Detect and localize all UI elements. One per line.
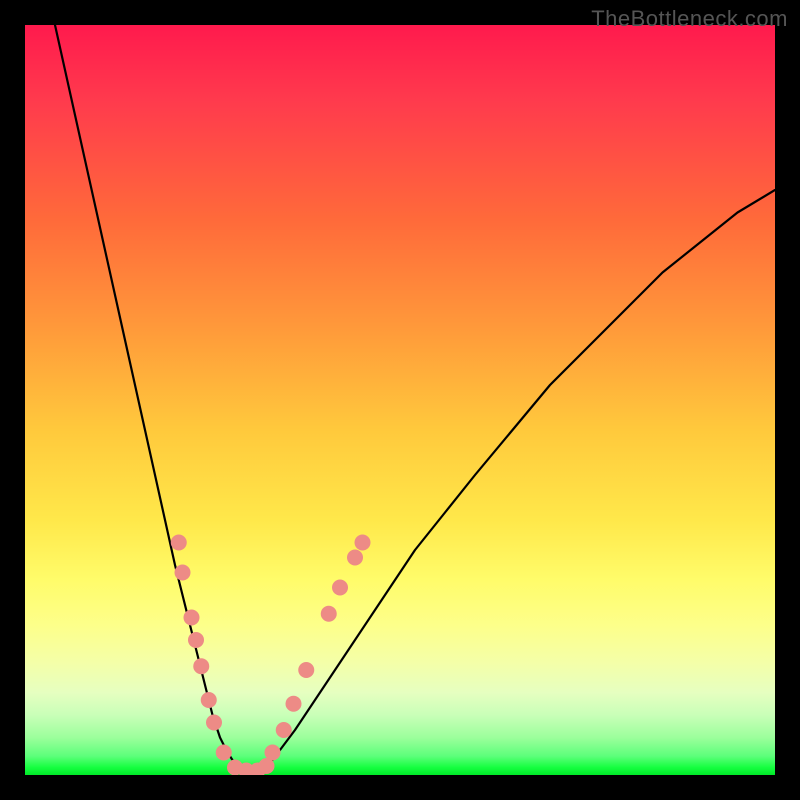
data-marker <box>298 662 314 678</box>
data-marker <box>175 565 191 581</box>
curve-left-branch <box>55 25 243 771</box>
data-marker <box>321 606 337 622</box>
data-marker <box>355 535 371 551</box>
data-marker <box>276 722 292 738</box>
data-marker <box>184 610 200 626</box>
data-marker <box>188 632 204 648</box>
data-marker <box>347 550 363 566</box>
plot-area <box>25 25 775 775</box>
data-marker <box>265 745 281 761</box>
data-marker <box>286 696 302 712</box>
data-marker <box>332 580 348 596</box>
data-marker <box>201 692 217 708</box>
curve-right-branch <box>258 190 776 771</box>
data-marker <box>216 745 232 761</box>
data-marker <box>193 658 209 674</box>
data-marker <box>171 535 187 551</box>
chart-container: TheBottleneck.com <box>0 0 800 800</box>
chart-svg <box>25 25 775 775</box>
data-marker <box>206 715 222 731</box>
watermark-text: TheBottleneck.com <box>591 6 788 32</box>
